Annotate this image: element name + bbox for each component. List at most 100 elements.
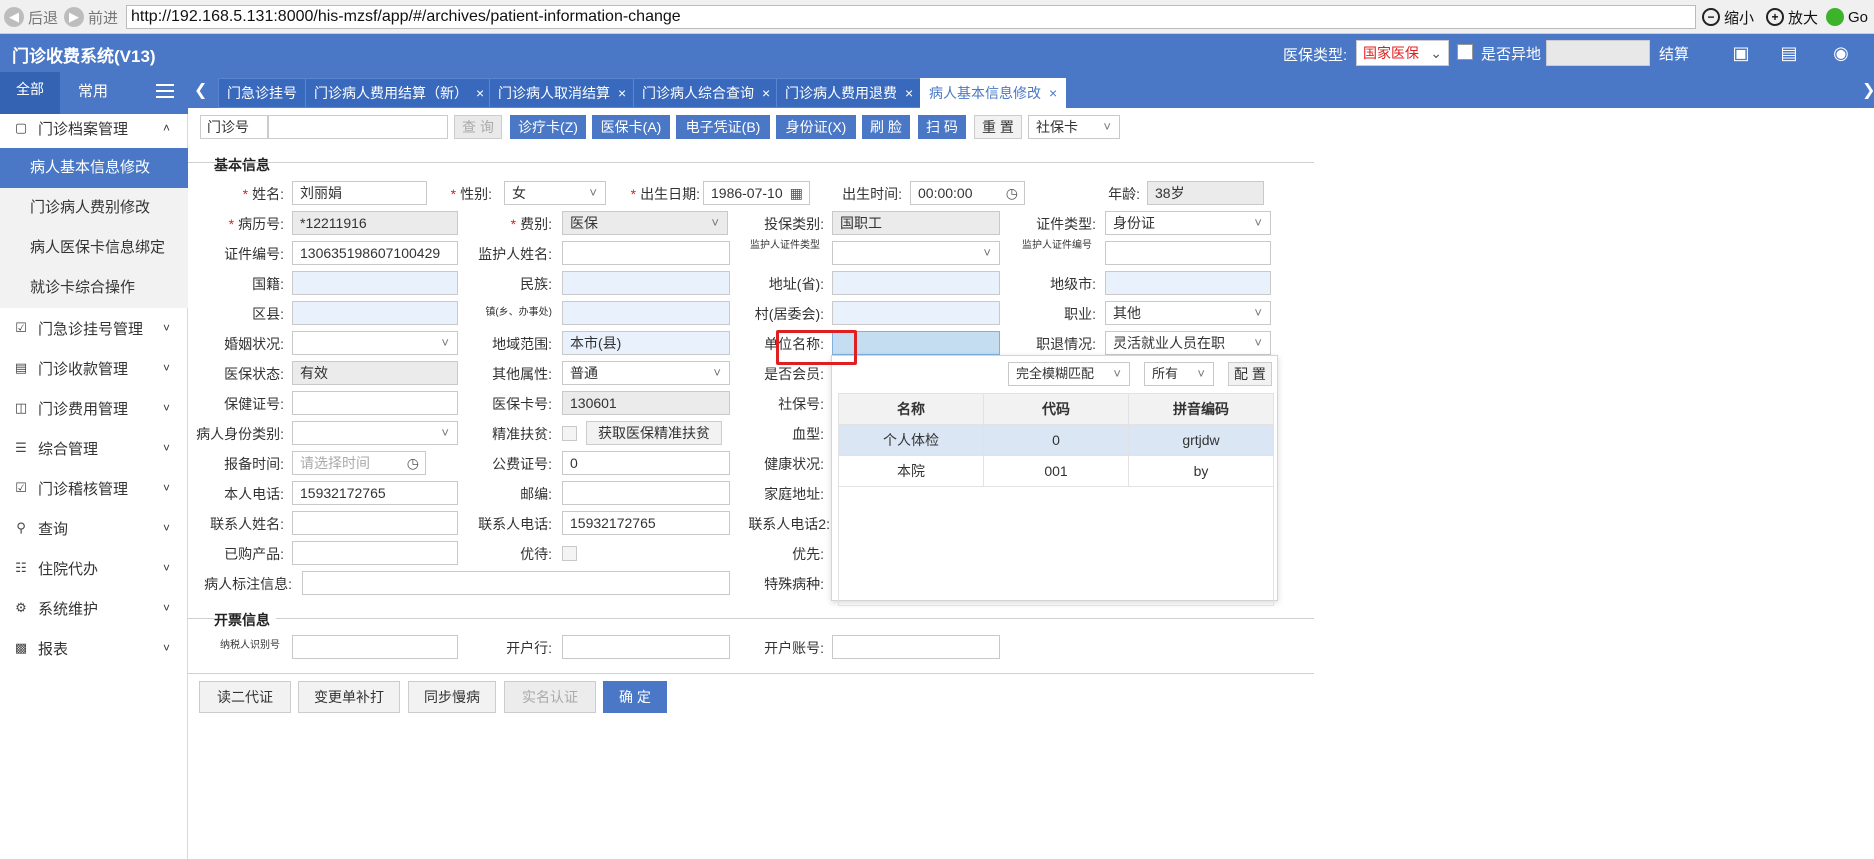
sex-select[interactable]: 女 ˅ <box>504 181 606 205</box>
birth-time-input[interactable]: 00:00:00 ◷ <box>910 181 1025 205</box>
insurance-type-select[interactable]: 国家医保 ⌄ <box>1356 40 1449 66</box>
table-row[interactable]: 本院 001 by <box>839 456 1273 487</box>
account-input[interactable] <box>832 635 1000 659</box>
tab-comprehensive-query[interactable]: 门诊病人综合查询 × <box>633 78 780 108</box>
sidebar-group-general[interactable]: ☰ 综合管理 ˅ <box>0 428 188 468</box>
remark-input[interactable] <box>302 571 730 595</box>
town-input[interactable] <box>562 301 730 325</box>
cert-type-select[interactable]: 身份证 ˅ <box>1105 211 1271 235</box>
guardian-cert-no-input[interactable] <box>1105 241 1271 265</box>
address-bar[interactable]: http://192.168.5.131:8000/his-mzsf/app/#… <box>126 5 1696 29</box>
id-card-button[interactable]: 身份证(X) <box>776 115 856 139</box>
marital-select[interactable]: ˅ <box>292 331 458 355</box>
sync-chronic-button[interactable]: 同步慢病 <box>408 681 496 713</box>
tab-next-icon[interactable]: ❯ <box>1862 80 1874 100</box>
zoom-out-button[interactable]: − 缩小 <box>1702 6 1754 28</box>
sidebar-group-audit[interactable]: ☑ 门诊稽核管理 ˅ <box>0 468 188 508</box>
sidebar-group-query[interactable]: ⚲ 查询 ˅ <box>0 508 188 548</box>
sidebar-item-fee-type-change[interactable]: 门诊病人费别修改 <box>0 188 188 228</box>
report-time-input[interactable]: 请选择时间 ◷ <box>292 451 426 475</box>
query-button[interactable]: 查 询 <box>454 115 502 139</box>
close-icon[interactable]: × <box>618 85 626 101</box>
tab-registration[interactable]: 门急诊挂号 <box>218 78 306 108</box>
visit-no-input[interactable] <box>268 115 448 139</box>
change-print-button[interactable]: 变更单补打 <box>298 681 400 713</box>
ethnicity-input[interactable] <box>562 271 730 295</box>
other-attr-select[interactable]: 普通 ˅ <box>562 361 730 385</box>
remote-checkbox[interactable] <box>1457 44 1473 60</box>
forward-button[interactable]: ▶ 前进 <box>64 6 118 28</box>
sidebar-group-registration[interactable]: ☑ 门急诊挂号管理 ˅ <box>0 308 188 348</box>
postcode-input[interactable] <box>562 481 730 505</box>
sidebar-item-insurance-card-binding[interactable]: 病人医保卡信息绑定 <box>0 228 188 268</box>
sidebar-item-patient-info-change[interactable]: 病人基本信息修改 <box>0 148 188 188</box>
province-input[interactable] <box>832 271 1000 295</box>
sidebar-group-inpatient[interactable]: ☷ 住院代办 ˅ <box>0 548 188 588</box>
retire-select[interactable]: 灵活就业人员在职 ˅ <box>1105 331 1271 355</box>
sidebar-item-card-operations[interactable]: 就诊卡综合操作 <box>0 268 188 308</box>
bank-input[interactable] <box>562 635 730 659</box>
real-name-button[interactable]: 实名认证 <box>504 681 596 713</box>
nationality-input[interactable] <box>292 271 458 295</box>
match-mode-select[interactable]: 完全模糊匹配 ˅ <box>1008 362 1130 386</box>
sidebar-group-reports[interactable]: ▩ 报表 ˅ <box>0 628 188 668</box>
poverty-checkbox[interactable] <box>562 426 577 441</box>
sidebar-group-payment[interactable]: ▤ 门诊收款管理 ˅ <box>0 348 188 388</box>
back-button[interactable]: ◀ 后退 <box>4 6 58 28</box>
close-icon[interactable]: × <box>476 85 484 101</box>
menu-toggle-icon[interactable] <box>156 84 174 100</box>
document-icon[interactable]: ▤ <box>1778 42 1800 64</box>
tab-cancel-settlement[interactable]: 门诊病人取消结算 × <box>489 78 636 108</box>
close-icon[interactable]: × <box>905 85 913 101</box>
name-input[interactable]: 刘丽娟 <box>292 181 427 205</box>
cert-no-input[interactable]: 130635198607100429 <box>292 241 458 265</box>
public-no-input[interactable]: 0 <box>562 451 730 475</box>
sidebar-group-archives[interactable]: ▢ 门诊档案管理 ˄ <box>0 108 188 148</box>
region-input[interactable]: 本市(县) <box>562 331 730 355</box>
card-type-select[interactable]: 社保卡 ˅ <box>1028 115 1120 139</box>
get-poverty-button[interactable]: 获取医保精准扶贫 <box>586 421 722 445</box>
settings-icon[interactable]: ◉ <box>1830 42 1852 64</box>
contact-name-input[interactable] <box>292 511 458 535</box>
close-icon[interactable]: × <box>762 85 770 101</box>
fee-type-select[interactable]: 医保 ˅ <box>562 211 728 235</box>
face-scan-button[interactable]: 刷 脸 <box>862 115 910 139</box>
occupation-select[interactable]: 其他 ˅ <box>1105 301 1271 325</box>
qr-scan-button[interactable]: 扫 码 <box>918 115 966 139</box>
sidebar-group-maintenance[interactable]: ⚙ 系统维护 ˅ <box>0 588 188 628</box>
insurance-card-button[interactable]: 医保卡(A) <box>592 115 670 139</box>
zoom-in-button[interactable]: + 放大 <box>1766 6 1818 28</box>
tab-patient-info-change[interactable]: 病人基本信息修改 × <box>920 78 1067 108</box>
settle-input[interactable] <box>1546 40 1650 66</box>
tab-refund[interactable]: 门诊病人费用退费 × <box>776 78 923 108</box>
reset-button[interactable]: 重 置 <box>974 115 1022 139</box>
sidebar-tab-common[interactable]: 常用 <box>78 80 108 101</box>
village-input[interactable] <box>832 301 1000 325</box>
table-row[interactable]: 个人体检 0 grtjdw <box>839 425 1273 456</box>
close-icon[interactable]: × <box>1049 85 1057 101</box>
county-input[interactable] <box>292 301 458 325</box>
sidebar-group-fees[interactable]: ◫ 门诊费用管理 ˅ <box>0 388 188 428</box>
taxpayer-input[interactable] <box>292 635 458 659</box>
settle-button[interactable]: 结算 <box>1659 43 1689 64</box>
treatment-card-button[interactable]: 诊疗卡(Z) <box>510 115 586 139</box>
confirm-button[interactable]: 确 定 <box>603 681 667 713</box>
employer-input[interactable] <box>832 331 1000 355</box>
go-button[interactable]: Go <box>1826 6 1868 28</box>
health-no-input[interactable] <box>292 391 458 415</box>
scope-select[interactable]: 所有 ˅ <box>1144 362 1214 386</box>
config-button[interactable]: 配 置 <box>1228 362 1272 386</box>
card-reader-icon[interactable]: ▣ <box>1730 42 1752 64</box>
identity-select[interactable]: ˅ <box>292 421 458 445</box>
e-certificate-button[interactable]: 电子凭证(B) <box>676 115 770 139</box>
contact-phone-input[interactable]: 15932172765 <box>562 511 730 535</box>
guardian-name-input[interactable] <box>562 241 730 265</box>
tab-prev-icon[interactable]: ❮ <box>194 80 207 100</box>
purchased-input[interactable] <box>292 541 458 565</box>
vip-checkbox[interactable] <box>562 546 577 561</box>
read-id-button[interactable]: 读二代证 <box>199 681 291 713</box>
tab-fee-settlement[interactable]: 门诊病人费用结算（新） × <box>305 78 494 108</box>
phone-input[interactable]: 15932172765 <box>292 481 458 505</box>
guardian-cert-type-select[interactable]: ˅ <box>832 241 1000 265</box>
birth-date-input[interactable]: 1986-07-10 ▦ <box>703 181 810 205</box>
